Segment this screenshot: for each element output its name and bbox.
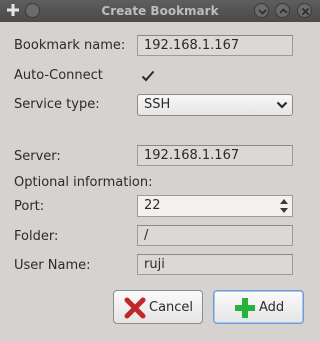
window-title: Create Bookmark — [101, 4, 219, 18]
server-label: Server: — [14, 149, 61, 164]
port-spinbox[interactable]: 22 — [137, 195, 293, 217]
cancel-button[interactable]: Cancel — [113, 290, 203, 324]
chevron-down-icon — [258, 9, 267, 15]
add-label: Add — [259, 300, 285, 315]
close-button[interactable] — [297, 3, 312, 18]
minimize-button[interactable] — [254, 3, 269, 18]
add-button[interactable]: Add — [213, 290, 304, 324]
chevron-down-icon — [276, 101, 288, 109]
port-label: Port: — [14, 199, 45, 214]
port-value: 22 — [144, 198, 161, 213]
add-plus-icon — [235, 298, 255, 318]
server-field[interactable]: 192.168.1.167 — [137, 145, 293, 166]
service-type-select[interactable]: SSH — [137, 94, 293, 116]
cancel-label: Cancel — [149, 300, 194, 315]
service-type-value: SSH — [144, 97, 171, 112]
chevron-up-icon — [279, 8, 288, 14]
bookmark-name-label: Bookmark name: — [14, 38, 126, 53]
title-bar: Create Bookmark — [0, 0, 320, 22]
folder-field[interactable]: / — [137, 225, 293, 246]
auto-connect-checkbox[interactable] — [140, 68, 156, 84]
bookmark-name-field[interactable]: 192.168.1.167 — [137, 35, 293, 56]
auto-connect-label: Auto-Connect — [14, 68, 103, 83]
user-name-label: User Name: — [14, 258, 91, 273]
cancel-x-icon — [124, 297, 146, 319]
folder-label: Folder: — [14, 229, 59, 244]
user-name-field[interactable]: ruji — [137, 254, 293, 275]
maximize-button[interactable] — [275, 3, 290, 18]
spin-arrows-icon[interactable] — [277, 196, 291, 216]
close-icon — [301, 7, 310, 16]
service-type-label: Service type: — [14, 97, 100, 112]
optional-information-heading: Optional information: — [14, 175, 153, 190]
